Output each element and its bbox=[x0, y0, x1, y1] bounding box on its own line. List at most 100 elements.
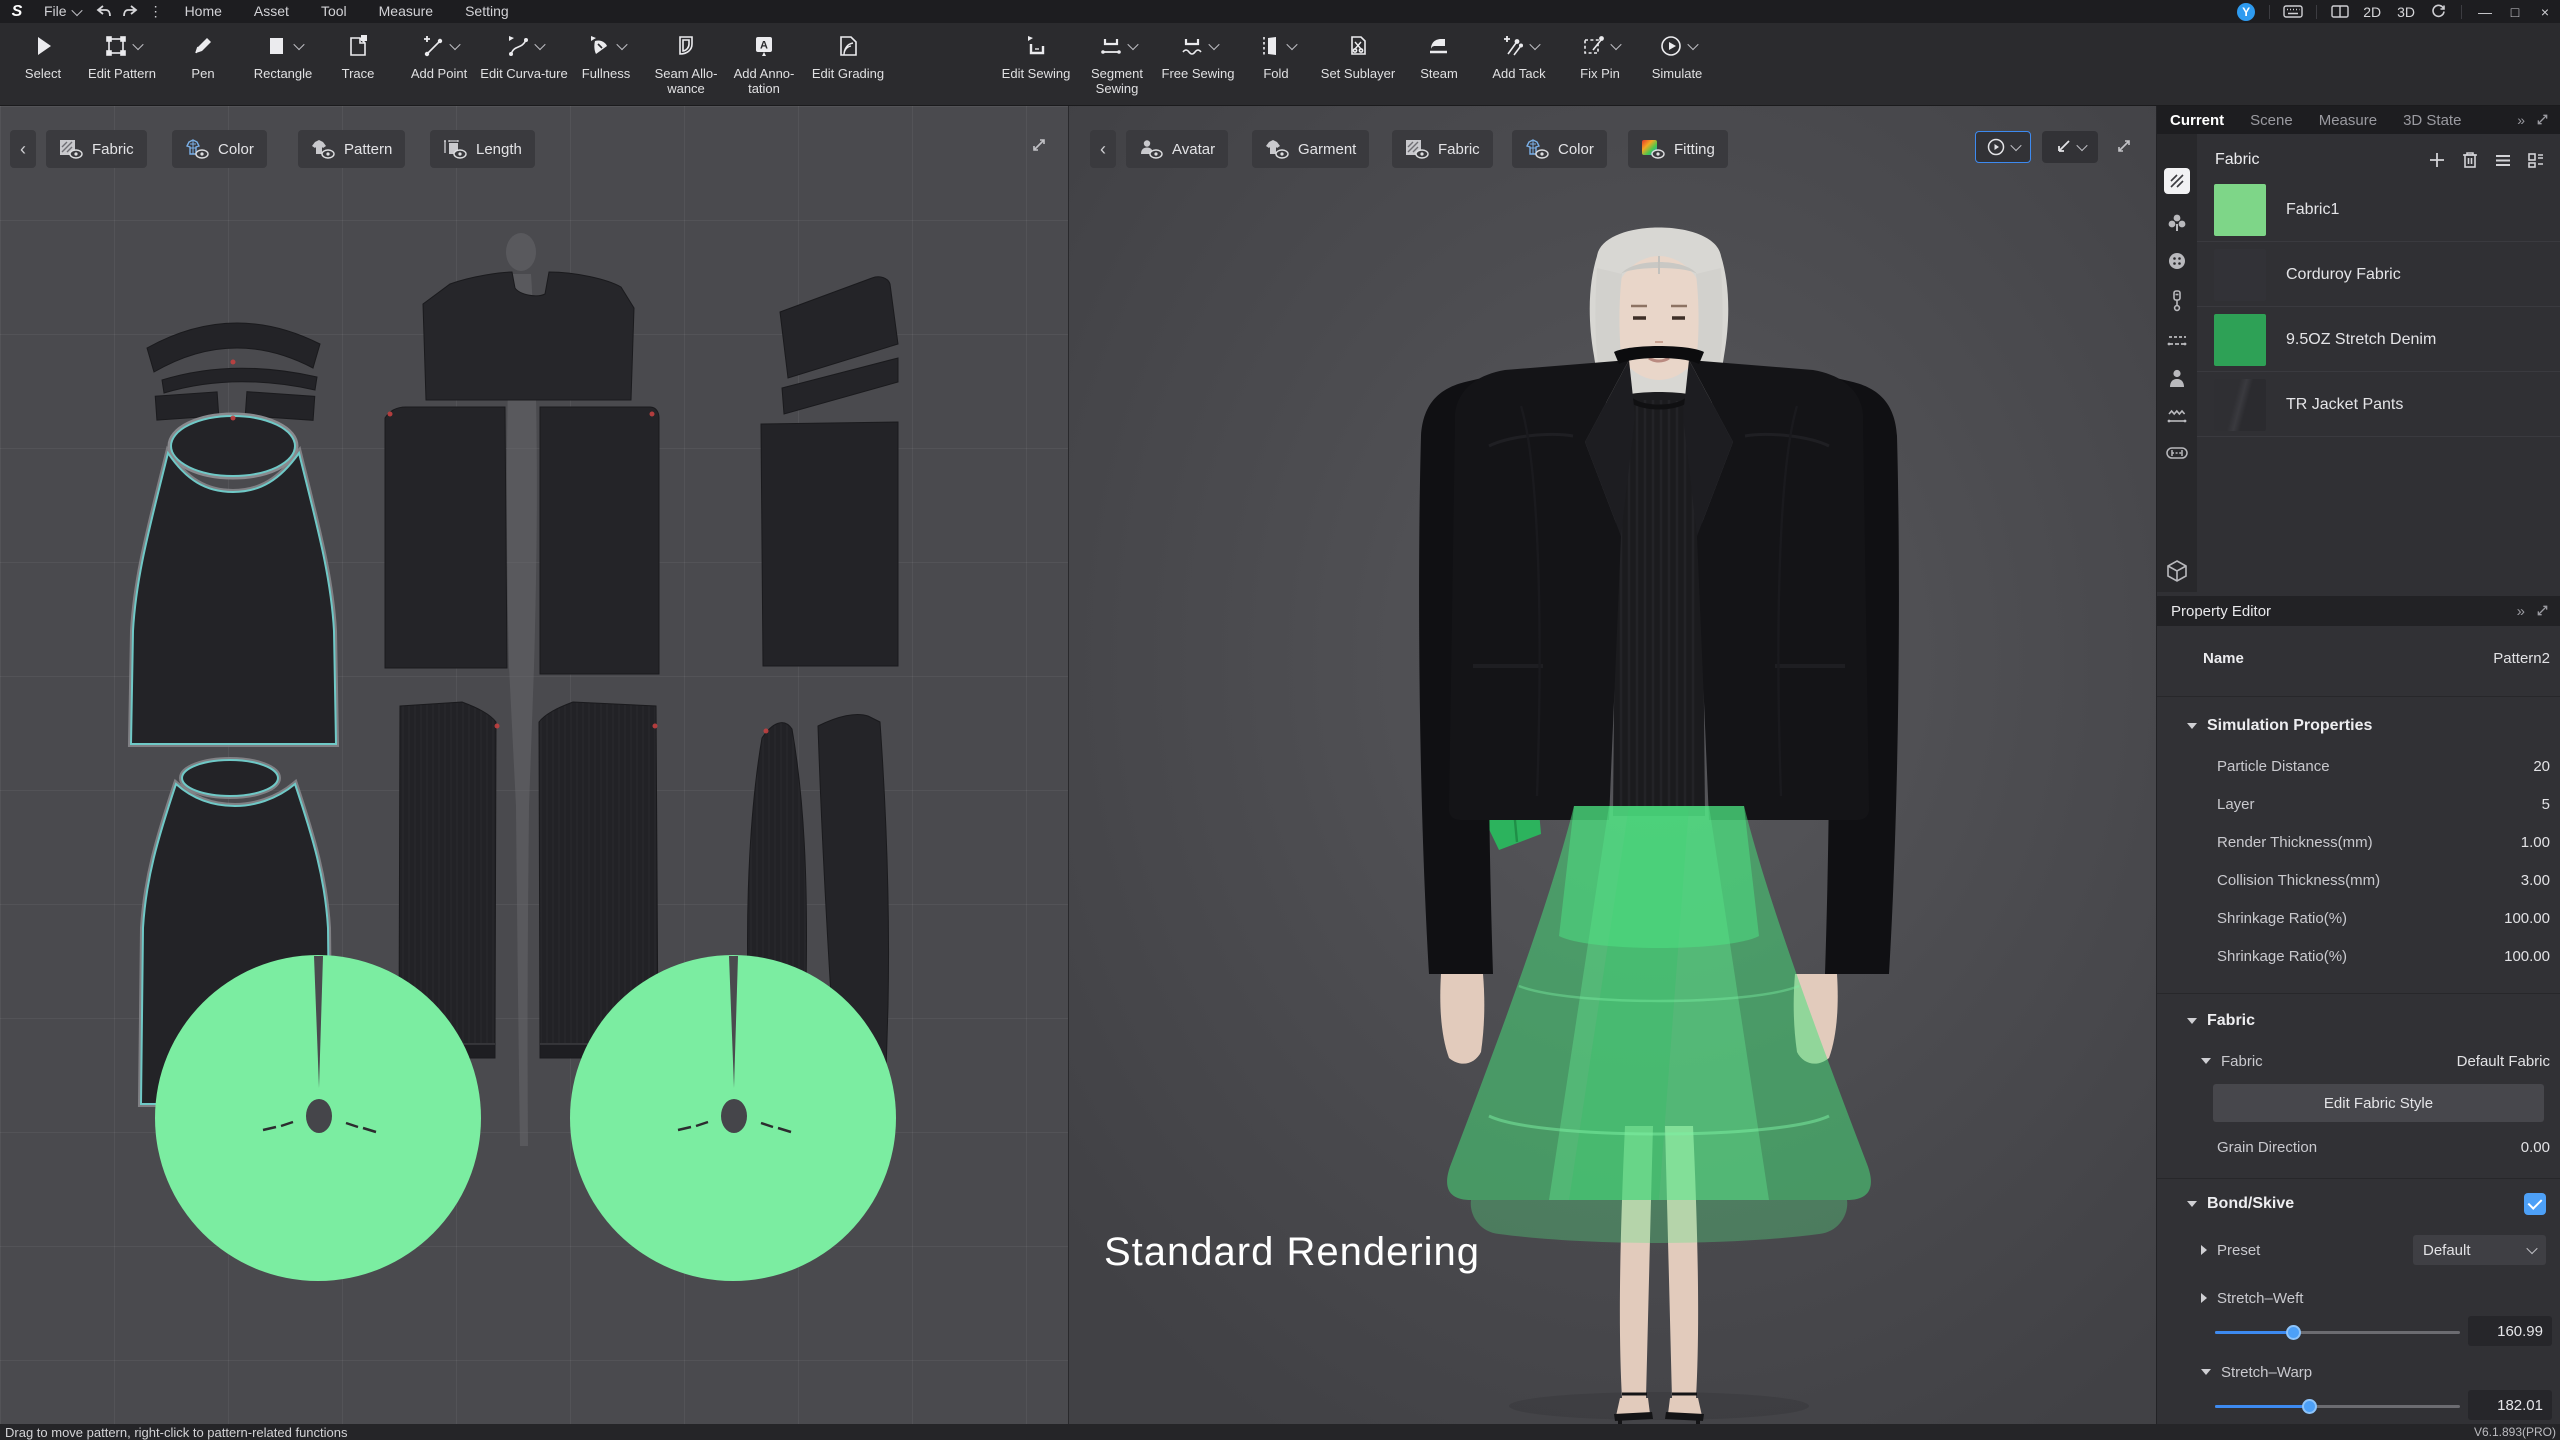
name-value[interactable]: Pattern2 bbox=[2493, 650, 2550, 667]
property-value[interactable]: 1.00 bbox=[2521, 834, 2550, 851]
list-view-icon[interactable] bbox=[2491, 148, 2515, 172]
tool-steam[interactable]: Steam bbox=[1393, 29, 1485, 81]
edit-fabric-style-button[interactable]: Edit Fabric Style bbox=[2213, 1084, 2544, 1122]
fabric-list-item[interactable]: TR Jacket Pants bbox=[2197, 373, 2560, 437]
pattern-piece-back-panel[interactable] bbox=[760, 421, 899, 667]
toggle-pattern-2d-button[interactable]: Pattern bbox=[298, 130, 406, 168]
collapse-panel-icon[interactable]: » bbox=[2517, 112, 2525, 128]
toggle-length-2d-button[interactable]: Length bbox=[430, 130, 535, 168]
preset-select[interactable]: Default bbox=[2413, 1235, 2546, 1265]
pattern-2d-canvas[interactable] bbox=[0, 106, 1069, 1424]
tool-add-tack[interactable]: Add Tack bbox=[1473, 29, 1565, 81]
maximize-button[interactable]: □ bbox=[2500, 0, 2530, 23]
menu-setting[interactable]: Setting bbox=[449, 0, 525, 23]
property-value[interactable]: 5 bbox=[2542, 796, 2550, 813]
sync-view-icon[interactable] bbox=[2423, 0, 2453, 23]
tool-add-annotation[interactable]: A Add Anno-tation bbox=[718, 29, 810, 96]
menu-tool[interactable]: Tool bbox=[305, 0, 363, 23]
pattern-piece-tank-front[interactable] bbox=[127, 412, 340, 747]
tool-edit-pattern[interactable]: Edit Pattern bbox=[76, 29, 168, 81]
undo-icon[interactable] bbox=[91, 0, 117, 23]
toggle-color-2d-button[interactable]: Color bbox=[172, 130, 267, 168]
expand-panel-icon[interactable] bbox=[2535, 603, 2550, 618]
tool-edit-sewing[interactable]: Edit Sewing bbox=[990, 29, 1082, 81]
stretch-weft-value[interactable]: 160.99 bbox=[2468, 1316, 2552, 1346]
user-avatar[interactable]: Y bbox=[2231, 0, 2261, 23]
menu-measure[interactable]: Measure bbox=[363, 0, 449, 23]
tab-3d-state[interactable]: 3D State bbox=[2390, 112, 2474, 129]
render-mode-button[interactable] bbox=[1975, 131, 2031, 163]
toggle-color-3d-button[interactable]: Color bbox=[1512, 130, 1607, 168]
expand-3d-panel-icon[interactable] bbox=[2115, 137, 2133, 155]
section-bond-skive[interactable]: Bond/Skive bbox=[2157, 1191, 2560, 1217]
category-button-icon[interactable] bbox=[2164, 248, 2190, 274]
close-button[interactable]: × bbox=[2530, 0, 2560, 23]
expand-panel-icon[interactable] bbox=[2535, 112, 2550, 127]
mode-2d-button[interactable]: 2D bbox=[2355, 4, 2389, 20]
category-tape-icon[interactable] bbox=[2164, 440, 2190, 466]
stretch-warp-slider[interactable] bbox=[2215, 1399, 2460, 1414]
expand-2d-panel-icon[interactable] bbox=[1030, 136, 1048, 154]
toggle-avatar-3d-button[interactable]: Avatar bbox=[1126, 130, 1229, 168]
pattern-piece-collar-band[interactable] bbox=[146, 322, 321, 421]
pointer-mode-button[interactable] bbox=[2042, 131, 2098, 163]
menu-asset[interactable]: Asset bbox=[238, 0, 305, 23]
fabric-list-item[interactable]: Corduroy Fabric bbox=[2197, 243, 2560, 307]
bond-skive-checkbox[interactable] bbox=[2524, 1193, 2546, 1215]
tool-edit-curvature[interactable]: Edit Curva-ture bbox=[478, 29, 570, 81]
tool-add-point[interactable]: Add Point bbox=[393, 29, 485, 81]
pattern-piece-circle-skirt-left[interactable] bbox=[155, 955, 481, 1281]
stretch-warp-value[interactable]: 182.01 bbox=[2468, 1390, 2552, 1420]
category-3d-assets-icon[interactable] bbox=[2164, 558, 2190, 584]
fabric-list-item[interactable]: Fabric1 bbox=[2197, 178, 2560, 242]
collapse-3d-toolbar-button[interactable]: ‹ bbox=[1090, 130, 1116, 168]
toggle-fabric-3d-button[interactable]: Fabric bbox=[1392, 130, 1493, 168]
tab-current[interactable]: Current bbox=[2157, 112, 2237, 129]
menu-home[interactable]: Home bbox=[169, 0, 238, 23]
minimize-button[interactable]: — bbox=[2470, 0, 2500, 23]
stretch-warp-row[interactable]: Stretch–Warp bbox=[2157, 1359, 2560, 1385]
tool-fold[interactable]: Fold bbox=[1230, 29, 1322, 81]
toggle-garment-3d-button[interactable]: Garment bbox=[1252, 130, 1370, 168]
pattern-piece-jacket-side-left[interactable] bbox=[384, 406, 508, 669]
tab-scene[interactable]: Scene bbox=[2237, 112, 2306, 129]
fabric-sub-row[interactable]: Fabric Default Fabric bbox=[2157, 1048, 2560, 1074]
viewport-3d-panel[interactable]: ‹ Avatar Garment Fabric Color Fitting St… bbox=[1069, 106, 2157, 1424]
tool-trace[interactable]: Trace bbox=[312, 29, 404, 81]
redo-icon[interactable] bbox=[117, 0, 143, 23]
category-trim-icon[interactable] bbox=[2164, 210, 2190, 236]
collapse-2d-toolbar-button[interactable]: ‹ bbox=[10, 130, 36, 168]
slider-knob[interactable] bbox=[2302, 1399, 2318, 1414]
section-fabric[interactable]: Fabric bbox=[2157, 1008, 2560, 1034]
tool-set-sublayer[interactable]: Set Sublayer bbox=[1312, 29, 1404, 81]
property-value[interactable]: 100.00 bbox=[2504, 948, 2550, 965]
collapse-panel-icon[interactable]: » bbox=[2517, 603, 2525, 620]
delete-fabric-icon[interactable] bbox=[2458, 148, 2482, 172]
tool-simulate[interactable]: Simulate bbox=[1631, 29, 1723, 81]
property-value[interactable]: 0.00 bbox=[2521, 1139, 2550, 1156]
pattern-piece-jacket-side-right[interactable] bbox=[539, 406, 660, 675]
property-value[interactable]: 3.00 bbox=[2521, 872, 2550, 889]
fabric-list-item[interactable]: 9.5OZ Stretch Denim bbox=[2197, 308, 2560, 372]
property-value[interactable]: 100.00 bbox=[2504, 910, 2550, 927]
split-view-icon[interactable] bbox=[2325, 0, 2355, 23]
toggle-fabric-2d-button[interactable]: Fabric bbox=[46, 130, 147, 168]
more-options-icon[interactable]: ⋮ bbox=[143, 0, 169, 23]
property-value[interactable]: 20 bbox=[2533, 758, 2550, 775]
pattern-2d-panel[interactable]: ‹ Fabric Color Pattern Length bbox=[0, 106, 1069, 1424]
tool-edit-grading[interactable]: Edit Grading bbox=[802, 29, 894, 81]
mode-3d-button[interactable]: 3D bbox=[2389, 4, 2423, 20]
category-stitch-icon[interactable] bbox=[2164, 328, 2190, 354]
keyboard-shortcuts-icon[interactable] bbox=[2278, 0, 2308, 23]
category-fabric-icon[interactable] bbox=[2164, 168, 2190, 194]
stretch-weft-slider[interactable] bbox=[2215, 1325, 2460, 1340]
section-simulation-properties[interactable]: Simulation Properties bbox=[2157, 713, 2560, 739]
pattern-piece-circle-skirt-right[interactable] bbox=[570, 955, 896, 1281]
toggle-fitting-3d-button[interactable]: Fitting bbox=[1628, 130, 1728, 168]
add-fabric-icon[interactable] bbox=[2425, 148, 2449, 172]
tool-segment-sewing[interactable]: Segment Sewing bbox=[1071, 29, 1163, 96]
category-avatar-icon[interactable] bbox=[2164, 366, 2190, 392]
property-value[interactable]: Default Fabric bbox=[2457, 1053, 2550, 1070]
category-elastic-icon[interactable] bbox=[2164, 404, 2190, 430]
tab-measure[interactable]: Measure bbox=[2306, 112, 2390, 129]
